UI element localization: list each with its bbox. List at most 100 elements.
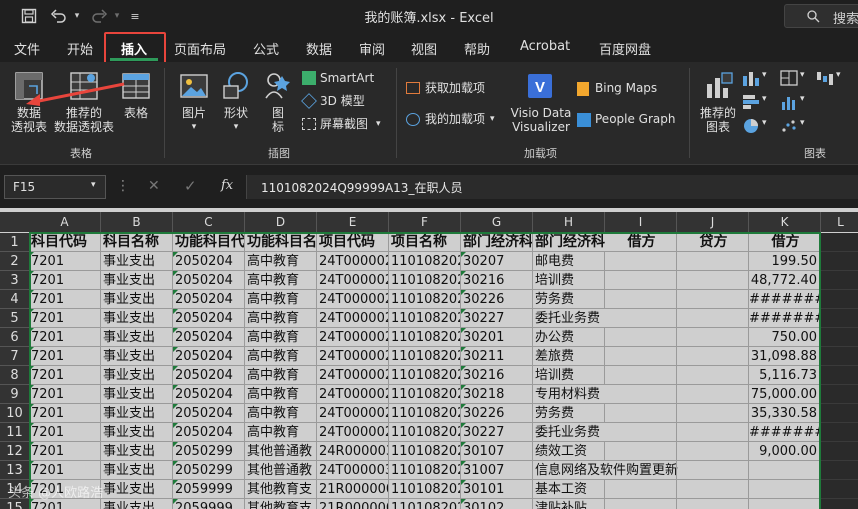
column-header-l[interactable]: L — [821, 212, 858, 232]
group-addins-label: 加载项 — [524, 147, 557, 160]
row-header[interactable]: 12 — [0, 442, 29, 461]
cell[interactable] — [821, 385, 858, 404]
name-box[interactable]: F15 ▾ — [4, 175, 106, 199]
pie-chart-icon — [744, 119, 758, 133]
cell[interactable] — [821, 442, 858, 461]
column-chart-dropdown-icon: ▾ — [762, 70, 767, 80]
select-all-corner[interactable] — [0, 212, 29, 232]
cell[interactable] — [821, 423, 858, 442]
column-chart-button[interactable]: ▾ — [742, 70, 772, 88]
pictures-dropdown-icon: ▾ — [191, 122, 197, 132]
cell[interactable] — [821, 404, 858, 423]
cell[interactable] — [821, 309, 858, 328]
row-header[interactable]: 9 — [0, 385, 29, 404]
icons-button[interactable]: 图 标 — [260, 70, 296, 136]
row-header[interactable]: 2 — [0, 252, 29, 271]
waterfall-chart-button[interactable]: ▾ — [816, 70, 846, 88]
cell[interactable] — [821, 290, 858, 309]
tab-page-layout[interactable]: 页面布局 — [174, 39, 226, 58]
icons-label-2: 标 — [271, 120, 284, 134]
column-header-j[interactable]: J — [677, 212, 749, 232]
cell[interactable] — [821, 347, 858, 366]
recommended-charts-icon — [707, 72, 733, 98]
recommended-charts-label-2: 图表 — [705, 120, 730, 134]
row-header[interactable]: 13 — [0, 461, 29, 480]
bar-chart-button[interactable]: ▾ — [742, 94, 772, 112]
recommended-pivot-label-2: 数据透视表 — [53, 120, 114, 134]
visio-visualizer-button[interactable]: V Visio Data Visualizer — [508, 70, 574, 136]
tab-file[interactable]: 文件 — [14, 39, 40, 58]
column-header-e[interactable]: E — [317, 212, 389, 232]
tab-baidu-netdisk[interactable]: 百度网盘 — [599, 39, 651, 58]
row-header[interactable]: 3 — [0, 271, 29, 290]
name-box-value: F15 — [13, 180, 36, 194]
cell[interactable] — [821, 271, 858, 290]
pie-chart-button[interactable]: ▾ — [742, 118, 772, 136]
hierarchy-chart-dropdown-icon: ▾ — [800, 70, 805, 80]
table-label: 表格 — [123, 106, 148, 120]
tab-home[interactable]: 开始 — [67, 39, 93, 58]
column-header-c[interactable]: C — [173, 212, 245, 232]
cell[interactable] — [821, 233, 858, 252]
cell[interactable] — [821, 366, 858, 385]
statistic-chart-icon — [782, 97, 795, 110]
cell[interactable] — [821, 252, 858, 271]
scatter-chart-button[interactable]: ▾ — [780, 118, 810, 136]
3d-models-button[interactable]: 3D 模型 — [301, 93, 392, 111]
recommended-pivot-label-1: 推荐的 — [65, 106, 102, 120]
cell[interactable] — [821, 480, 858, 499]
row-header[interactable]: 8 — [0, 366, 29, 385]
bing-maps-button[interactable]: Bing Maps — [577, 80, 667, 98]
row-header[interactable]: 10 — [0, 404, 29, 423]
tab-view[interactable]: 视图 — [411, 39, 437, 58]
my-addins-button[interactable]: 我的加载项 ▾ — [406, 111, 502, 129]
cube-icon — [301, 93, 317, 109]
people-graph-button[interactable]: People Graph — [577, 111, 681, 129]
stat-chart-button[interactable]: ▾ — [780, 94, 810, 112]
column-header-g[interactable]: G — [461, 212, 533, 232]
worksheet[interactable]: A B C D E F G H I J K L 1 科目代码 科目名称 功能科目代 功能科目名 项目代码 项目名称部… — [0, 208, 858, 509]
cancel-icon[interactable]: ✕ — [148, 178, 160, 194]
group-illustrations-label: 插图 — [268, 147, 290, 160]
pivot-table-label-2: 透视表 — [10, 120, 47, 134]
hierarchy-chart-icon — [780, 70, 798, 86]
enter-icon[interactable]: ✓ — [184, 177, 197, 195]
row-header[interactable]: 11 — [0, 423, 29, 442]
ribbon-separator — [396, 68, 397, 158]
column-header-h[interactable]: H — [533, 212, 605, 232]
column-header-a[interactable]: A — [29, 212, 101, 232]
get-addins-button[interactable]: 获取加载项 — [406, 80, 496, 98]
insert-function-button[interactable]: fx — [221, 178, 233, 193]
addins-icon — [406, 113, 420, 126]
tab-review[interactable]: 审阅 — [359, 39, 385, 58]
waterfall-chart-icon — [817, 72, 833, 85]
recommended-charts-button[interactable]: 推荐的 图表 — [698, 70, 738, 136]
cell[interactable] — [821, 499, 858, 509]
cell[interactable] — [821, 461, 858, 480]
row-header[interactable]: 5 — [0, 309, 29, 328]
smartart-button[interactable]: SmartArt — [302, 70, 392, 88]
row-header[interactable]: 1 — [0, 233, 29, 252]
pivot-table-label-1: 数据 — [16, 106, 41, 120]
group-charts-label: 图表 — [804, 147, 826, 160]
column-header-i[interactable]: I — [605, 212, 677, 232]
column-header-b[interactable]: B — [101, 212, 173, 232]
pictures-button[interactable]: 图片 ▾ — [176, 70, 212, 136]
hierarchy-chart-button[interactable]: ▾ — [780, 70, 810, 88]
screenshot-button[interactable]: 屏幕截图 ▾ — [302, 116, 392, 134]
tab-help[interactable]: 帮助 — [464, 39, 490, 58]
column-header-k[interactable]: K — [749, 212, 821, 232]
row-header[interactable]: 7 — [0, 347, 29, 366]
formula-input[interactable]: 1101082024Q99999A13_在职人员 — [246, 175, 858, 199]
shapes-button[interactable]: 形状 ▾ — [218, 70, 254, 136]
tab-acrobat[interactable]: Acrobat — [520, 39, 570, 54]
cell[interactable] — [821, 328, 858, 347]
people-graph-icon — [577, 113, 591, 127]
tab-formulas[interactable]: 公式 — [253, 39, 279, 58]
tab-data[interactable]: 数据 — [306, 39, 332, 58]
row-header[interactable]: 6 — [0, 328, 29, 347]
search-box[interactable]: 搜索 — [784, 4, 858, 28]
column-header-f[interactable]: F — [389, 212, 461, 232]
column-header-d[interactable]: D — [245, 212, 317, 232]
row-header[interactable]: 4 — [0, 290, 29, 309]
